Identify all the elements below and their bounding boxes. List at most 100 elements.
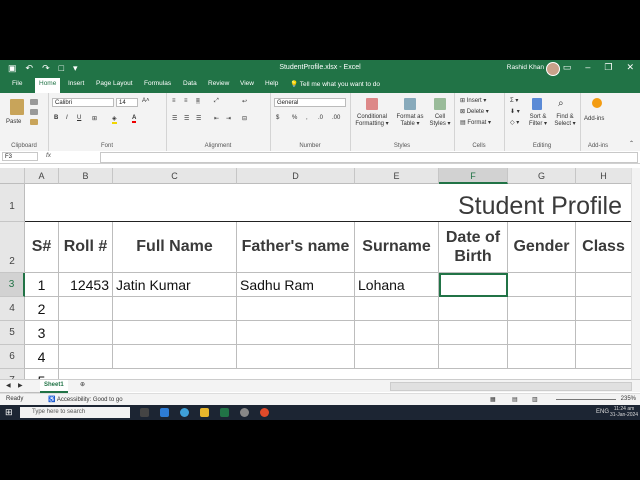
- select-all-corner[interactable]: [0, 168, 25, 184]
- font-name-select[interactable]: Calibri: [52, 98, 114, 107]
- minimize-icon[interactable]: –: [585, 62, 590, 73]
- percent-icon[interactable]: %: [292, 115, 297, 121]
- row-header-6[interactable]: 6: [0, 345, 25, 369]
- chrome-icon[interactable]: [260, 408, 269, 417]
- clear-icon[interactable]: ◇ ▾: [510, 119, 519, 126]
- row-header-1[interactable]: 1: [0, 184, 25, 222]
- cell-c5[interactable]: [113, 321, 237, 345]
- cell-e5[interactable]: [355, 321, 439, 345]
- tab-page-layout[interactable]: Page Layout: [96, 80, 133, 87]
- cell-b4[interactable]: [59, 297, 113, 321]
- add-ins-icon[interactable]: [592, 98, 602, 108]
- decrease-decimal-icon[interactable]: .00: [332, 115, 340, 121]
- horizontal-scrollbar[interactable]: [390, 382, 632, 391]
- header-cell-class[interactable]: Class: [576, 222, 632, 273]
- cell-d6[interactable]: [237, 345, 355, 369]
- cell-f5[interactable]: [439, 321, 508, 345]
- cell-d5[interactable]: [237, 321, 355, 345]
- taskbar-clock[interactable]: 11:24 am 31-Jan-2024: [610, 406, 638, 418]
- cell-styles-icon[interactable]: [434, 98, 446, 110]
- cell-c4[interactable]: [113, 297, 237, 321]
- align-center-icon[interactable]: ☰: [184, 115, 189, 122]
- cell-d4[interactable]: [237, 297, 355, 321]
- format-painter-icon[interactable]: [30, 119, 38, 125]
- column-header-f[interactable]: F: [439, 168, 508, 184]
- merge-center-icon[interactable]: ⊟: [242, 115, 247, 122]
- format-cells-button[interactable]: ▤ Format ▾: [460, 119, 491, 126]
- tab-formulas[interactable]: Formulas: [144, 80, 171, 87]
- column-header-d[interactable]: D: [237, 168, 355, 184]
- next-sheet-icon[interactable]: ▶: [18, 382, 23, 389]
- cell-h5[interactable]: [576, 321, 632, 345]
- row-header-2[interactable]: 2: [0, 222, 25, 273]
- cell-g5[interactable]: [508, 321, 576, 345]
- header-cell-dob[interactable]: Date of Birth: [439, 222, 508, 273]
- top-align-icon[interactable]: ≡: [172, 98, 176, 104]
- column-header-g[interactable]: G: [508, 168, 576, 184]
- tab-help[interactable]: Help: [265, 80, 278, 87]
- conditional-formatting-button[interactable]: Conditional Formatting ▾: [354, 114, 390, 127]
- cell-a5[interactable]: 3: [25, 321, 59, 345]
- accessibility-status[interactable]: ♿ Accessibility: Good to go: [48, 396, 123, 403]
- row-header-4[interactable]: 4: [0, 297, 25, 321]
- close-icon[interactable]: ✕: [626, 62, 634, 73]
- widgets-icon[interactable]: [160, 408, 169, 417]
- grow-font-icon[interactable]: A˄: [142, 98, 150, 104]
- avatar[interactable]: [546, 62, 560, 76]
- cell-h3[interactable]: [576, 273, 632, 297]
- sort-filter-icon[interactable]: [532, 98, 542, 110]
- edge-icon[interactable]: [180, 408, 189, 417]
- name-box[interactable]: F3: [2, 152, 38, 161]
- tab-file[interactable]: File: [12, 80, 22, 87]
- vertical-scrollbar[interactable]: [631, 168, 640, 379]
- user-name[interactable]: Rashid Khan: [507, 64, 544, 71]
- header-cell-full-name[interactable]: Full Name: [113, 222, 237, 273]
- cell-f3-selected[interactable]: [439, 273, 508, 297]
- row-header-3[interactable]: 3: [0, 273, 25, 297]
- ribbon-display-icon[interactable]: ▭: [563, 62, 572, 73]
- number-format-select[interactable]: General: [274, 98, 346, 107]
- decrease-indent-icon[interactable]: ⇤: [214, 115, 219, 122]
- cell-h4[interactable]: [576, 297, 632, 321]
- comma-icon[interactable]: ,: [306, 115, 308, 121]
- language-indicator[interactable]: ENG: [596, 409, 609, 415]
- borders-icon[interactable]: ⊞: [92, 115, 97, 122]
- row-header-5[interactable]: 5: [0, 321, 25, 345]
- add-ins-button[interactable]: Add-ins: [584, 116, 604, 122]
- file-explorer-icon[interactable]: [200, 408, 209, 417]
- autosum-icon[interactable]: Σ ▾: [510, 97, 518, 104]
- paste-icon[interactable]: [10, 99, 24, 115]
- format-as-table-icon[interactable]: [404, 98, 416, 110]
- zoom-slider[interactable]: [556, 399, 616, 400]
- tab-home[interactable]: Home: [35, 78, 61, 93]
- header-cell-roll[interactable]: Roll #: [59, 222, 113, 273]
- column-header-a[interactable]: A: [25, 168, 59, 184]
- cell-g4[interactable]: [508, 297, 576, 321]
- restore-icon[interactable]: ❐: [604, 62, 612, 73]
- cell-a3[interactable]: 1: [25, 273, 59, 297]
- tab-view[interactable]: View: [240, 80, 254, 87]
- zoom-level[interactable]: 235%: [621, 396, 636, 402]
- header-cell-sno[interactable]: S#: [25, 222, 59, 273]
- cell-f4[interactable]: [439, 297, 508, 321]
- sort-filter-button[interactable]: Sort & Filter ▾: [526, 114, 550, 127]
- find-select-button[interactable]: Find & Select ▾: [552, 114, 578, 127]
- page-break-view-icon[interactable]: ▥: [532, 396, 538, 403]
- font-color-icon[interactable]: A: [132, 115, 137, 123]
- collapse-ribbon-icon[interactable]: ⌃: [629, 140, 634, 147]
- column-header-h[interactable]: H: [576, 168, 632, 184]
- task-view-icon[interactable]: [140, 408, 149, 417]
- fill-icon[interactable]: ⬇ ▾: [510, 108, 520, 115]
- cut-icon[interactable]: [30, 99, 38, 105]
- delete-cells-button[interactable]: ⊠ Delete ▾: [460, 108, 489, 115]
- tab-review[interactable]: Review: [208, 80, 229, 87]
- align-left-icon[interactable]: ☰: [172, 115, 177, 122]
- font-size-select[interactable]: 14: [116, 98, 138, 107]
- tell-me-box[interactable]: 💡 Tell me what you want to do: [290, 80, 380, 88]
- format-as-table-button[interactable]: Format as Table ▾: [394, 114, 426, 127]
- page-layout-view-icon[interactable]: ▤: [512, 396, 518, 403]
- cell-b3[interactable]: 12453: [59, 273, 113, 297]
- tab-insert[interactable]: Insert: [68, 80, 84, 87]
- excel-taskbar-icon[interactable]: [220, 408, 229, 417]
- fx-icon[interactable]: fx: [46, 152, 51, 159]
